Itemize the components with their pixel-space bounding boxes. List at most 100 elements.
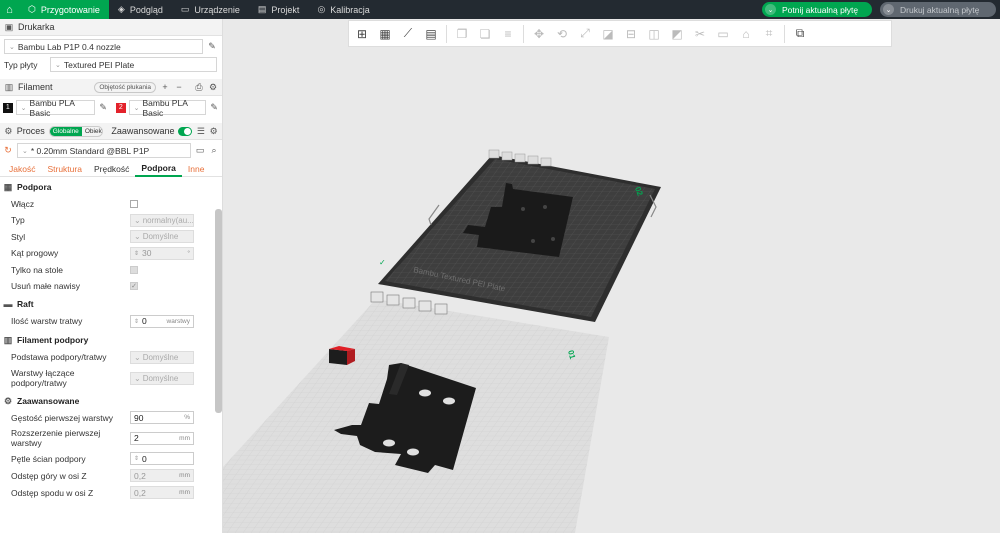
search-icon[interactable]: ⌕ [209, 145, 219, 156]
remove-icon[interactable]: − [174, 82, 184, 92]
support-type-select[interactable]: ⌄ normalny(au... [130, 213, 194, 227]
tab-preview[interactable]: ◈ Podgląd [109, 0, 172, 19]
panel-scrollbar[interactable] [215, 209, 222, 413]
edit-icon[interactable]: ✎ [98, 102, 108, 113]
support-interface-filament-value: Domyślne [142, 373, 179, 383]
filament-slot-1-swatch[interactable]: 1 [3, 102, 13, 113]
objects-option[interactable]: Obiekty [82, 127, 103, 136]
printer-select[interactable]: ⌄ Bambu Lab P1P 0.4 nozzle [4, 39, 203, 54]
text-icon[interactable]: ⌂ [736, 24, 756, 44]
mesh-boolean-icon[interactable]: ◩ [667, 24, 687, 44]
option-label: Podstawa podpory/tratwy [11, 352, 107, 362]
tab-strength[interactable]: Struktura [41, 164, 88, 174]
chevron-down-icon: ⌄ [55, 61, 61, 69]
lay-on-face-icon[interactable]: ◪ [598, 24, 618, 44]
add-plate-icon[interactable]: ▦ [375, 24, 395, 44]
list-icon[interactable]: ☰ [196, 126, 205, 136]
cut-icon[interactable]: ⊟ [621, 24, 641, 44]
copy-icon[interactable]: ❐ [452, 24, 472, 44]
slice-plate-button[interactable]: ⌄ Potnij aktualną płytę [762, 2, 872, 17]
build-plate-01[interactable]: 01 [223, 291, 609, 533]
tab-calibration[interactable]: ◎ Kalibracja [308, 0, 378, 19]
chevron-down-icon: ⌄ [20, 104, 27, 112]
spinner-icon[interactable]: ⇕ [134, 250, 142, 257]
process-preset-select[interactable]: ⌄ * 0.20mm Standard @BBL P1P [16, 143, 192, 158]
purge-tower-block[interactable] [329, 346, 355, 365]
gear-icon[interactable]: ⚙ [209, 126, 218, 136]
settings-panel: ▣ Drukarka ⌄ Bambu Lab P1P 0.4 nozzle ✎ T… [0, 19, 223, 533]
plate-type-select[interactable]: ⌄ Textured PEI Plate [50, 57, 217, 72]
sync-icon[interactable]: ⎙ [194, 82, 204, 92]
support-paint-icon[interactable]: ✂ [690, 24, 710, 44]
edit-icon[interactable]: ✎ [209, 102, 219, 113]
save-icon[interactable]: ▭ [195, 145, 205, 156]
global-objects-toggle[interactable]: Globalne Obiekty [48, 125, 104, 137]
auto-orient-icon[interactable]: ⟋ [398, 24, 418, 44]
add-icon[interactable]: + [160, 82, 170, 92]
tab-prepare[interactable]: ⬡ Przygotowanie [19, 0, 109, 19]
threshold-angle-input[interactable]: ⇕ 30 ° [130, 246, 194, 260]
tab-support[interactable]: Podpora [135, 161, 182, 177]
tab-device[interactable]: ▭ Urządzenie [172, 0, 249, 19]
filament-slot-2-swatch[interactable]: 2 [115, 102, 126, 113]
top-z-distance-input[interactable]: 0,2 mm [130, 469, 194, 482]
option-raft-layers: Ilość warstw tratwy ⇕ 0 warstwy [0, 312, 222, 330]
assembly-view-icon[interactable]: ⧉ [790, 24, 810, 44]
build-plate-02[interactable]: Bambu Textured PEI Plate 02 ✓ [378, 149, 661, 322]
raft-group-title: Raft [17, 299, 34, 309]
option-label: Gęstość pierwszej warstwy [11, 412, 114, 423]
tab-label: Podgląd [129, 4, 163, 15]
measure-icon[interactable]: ⌗ [759, 24, 779, 44]
layers-icon[interactable]: ≡ [498, 24, 518, 44]
3d-viewport[interactable]: Bambu Textured PEI Plate 02 ✓ 01 [223, 47, 1000, 533]
support-interface-filament-select[interactable]: ⌄ Domyślne [130, 371, 194, 385]
gear-icon[interactable]: ⚙ [208, 82, 218, 92]
seam-paint-icon[interactable]: ▭ [713, 24, 733, 44]
tab-others[interactable]: Inne [182, 164, 211, 174]
flush-volume-button[interactable]: Objętość płukania [94, 81, 156, 93]
scale-icon[interactable]: ⤢ [575, 24, 595, 44]
support-icon: ▦ [3, 181, 13, 192]
support-base-filament-select[interactable]: ⌄ Domyślne [130, 350, 194, 364]
support-options: ▦ Podpora Włącz Typ ⌄ normalny(au... Styl ⌄ D… [0, 179, 222, 501]
add-object-icon[interactable]: ⊞ [352, 24, 372, 44]
support-wall-loops-input[interactable]: ⇕ 0 [130, 452, 194, 465]
chevron-down-icon[interactable]: ⌄ [883, 4, 894, 15]
home-icon[interactable]: ⌂ [0, 0, 19, 19]
option-label: Usuń małe nawisy [11, 281, 80, 291]
raft-icon: ▬ [3, 299, 13, 309]
chevron-down-icon[interactable]: ⌄ [765, 4, 776, 15]
edit-icon[interactable]: ✎ [207, 41, 217, 52]
paste-icon[interactable]: ❏ [475, 24, 495, 44]
toolbar-divider [446, 24, 447, 43]
split-icon[interactable]: ◫ [644, 24, 664, 44]
tab-project[interactable]: ▤ Projekt [249, 0, 309, 19]
rotate-icon[interactable]: ⟲ [552, 24, 572, 44]
move-icon[interactable]: ✥ [529, 24, 549, 44]
toolbar-divider [784, 24, 785, 43]
arrange-icon[interactable]: ▤ [421, 24, 441, 44]
raft-layers-input[interactable]: ⇕ 0 warstwy [130, 314, 194, 328]
process-preset-row: ↻ ⌄ * 0.20mm Standard @BBL P1P ▭ ⌕ [0, 140, 222, 161]
spinner-icon[interactable]: ⇕ [134, 318, 142, 325]
filament-slot-2-name: Bambu PLA Basic [142, 97, 188, 118]
tab-speed[interactable]: Prędkość [88, 164, 135, 174]
advanced-switch[interactable] [178, 126, 193, 136]
filament-slot-1-select[interactable]: ⌄ Bambu PLA Basic [15, 98, 96, 118]
reset-icon[interactable]: ↻ [3, 145, 13, 156]
global-option[interactable]: Globalne [49, 126, 82, 136]
filament-slot-2-select[interactable]: ⌄ Bambu PLA Basic [128, 97, 207, 118]
bottom-z-distance-input[interactable]: 0,2 mm [130, 486, 194, 499]
support-style-select[interactable]: ⌄ Domyślne [130, 230, 194, 243]
tab-quality[interactable]: Jakość [3, 164, 41, 174]
enable-support-checkbox[interactable] [130, 199, 138, 208]
on-plate-only-checkbox[interactable] [130, 265, 138, 274]
support-style-value: Domyślne [142, 232, 179, 241]
spinner-icon[interactable]: ⇕ [134, 455, 142, 462]
first-layer-density-input[interactable]: 90% [130, 411, 194, 424]
first-layer-expansion-input[interactable]: 2 mm [130, 431, 194, 445]
print-plate-button[interactable]: ⌄ Drukuj aktualną płytę [880, 2, 996, 17]
remove-small-overhangs-checkbox[interactable] [130, 282, 138, 290]
tab-label: Urządzenie [194, 4, 240, 15]
first-layer-expansion-value: 2 [134, 433, 139, 443]
